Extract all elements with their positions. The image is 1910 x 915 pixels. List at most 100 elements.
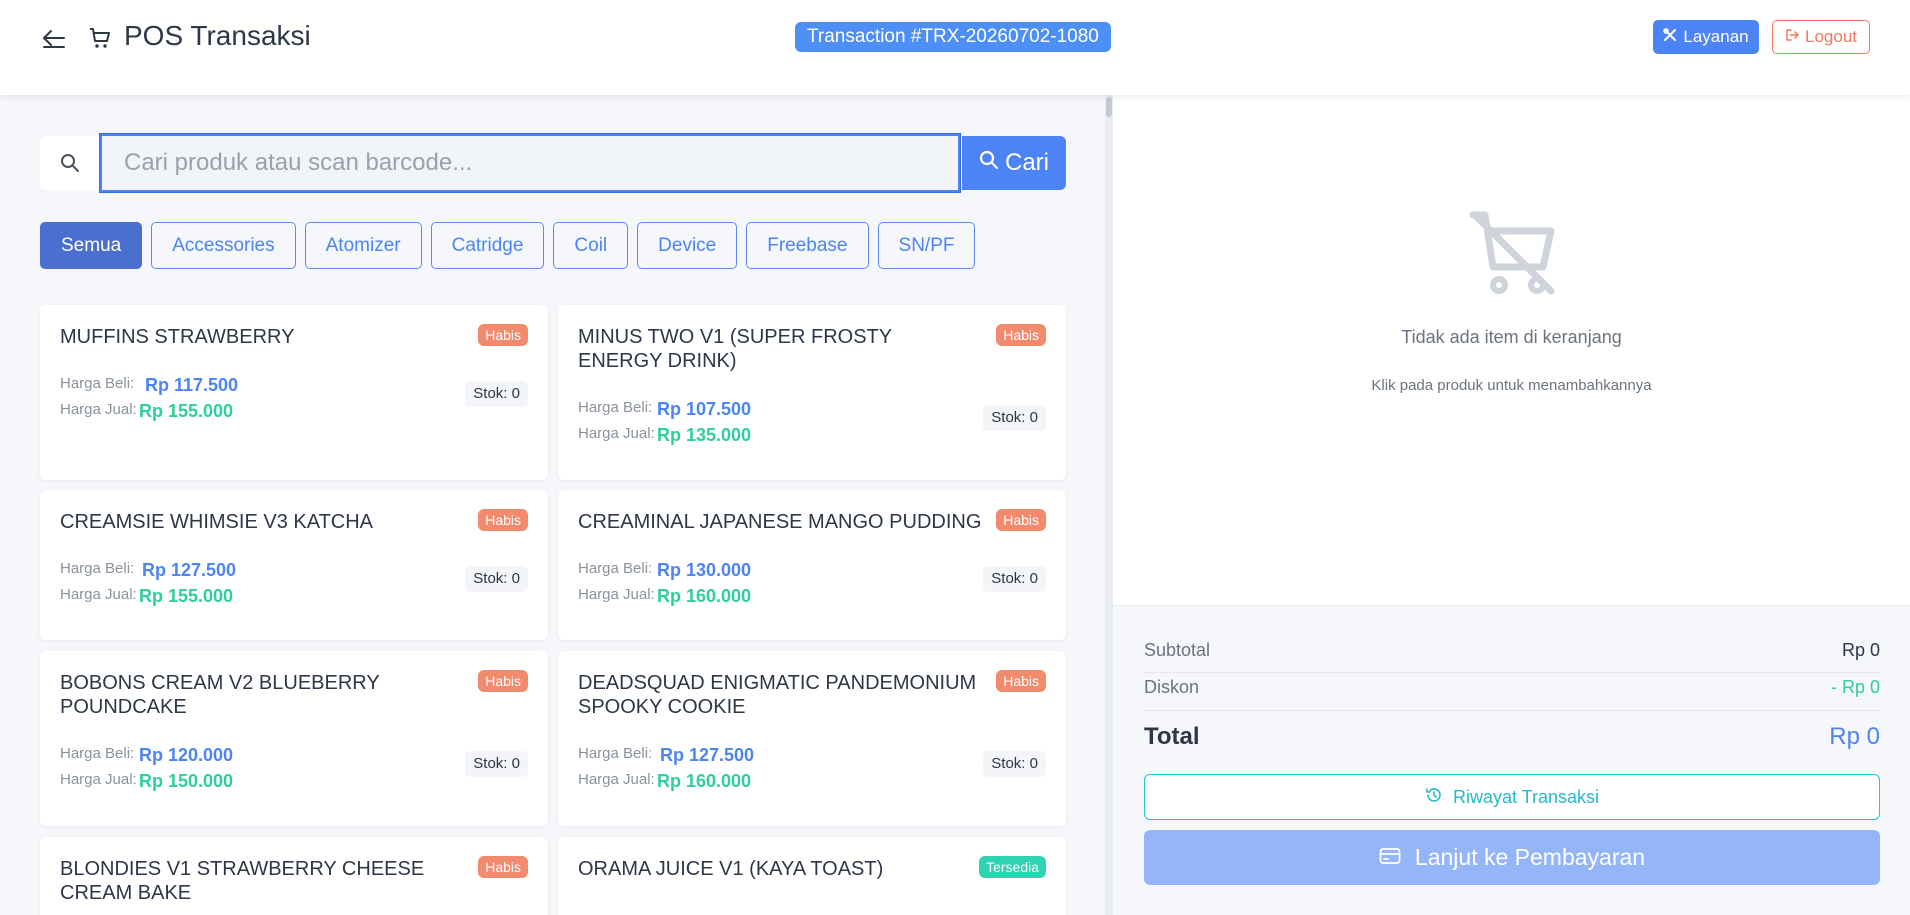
status-badge: Habis [478, 670, 528, 692]
logout-label: Logout [1805, 27, 1857, 46]
product-name: MINUS TWO V1 (SUPER FROSTY ENERGY DRINK) [578, 326, 892, 372]
total-value: Rp 0 [1829, 723, 1880, 750]
empty-cart-icon [1465, 205, 1561, 301]
status-badge: Habis [478, 509, 528, 531]
scrollbar-thumb[interactable] [1106, 97, 1112, 117]
category-accessories[interactable]: Accessories [151, 222, 296, 269]
payment-label: Lanjut ke Pembayaran [1414, 844, 1646, 870]
category-freebase[interactable]: Freebase [746, 222, 869, 269]
product-card[interactable]: MUFFINS STRAWBERRY Habis Harga Beli: Rp … [40, 305, 548, 480]
transaction-badge: Transaction #TRX-20260702-1080 [795, 22, 1111, 52]
product-name: CREAMINAL JAPANESE MANGO PUDDING [578, 511, 982, 533]
product-card[interactable]: CREAMSIE WHIMSIE V3 KATCHA Habis Harga B… [40, 490, 548, 640]
status-badge: Habis [996, 509, 1046, 531]
search-button-label: Cari [1004, 149, 1049, 176]
sell-price-label: Harga Jual: [60, 401, 137, 418]
tools-icon [1663, 27, 1677, 47]
stock-badge: Stok: 0 [465, 751, 528, 777]
product-name: ORAMA JUICE V1 (KAYA TOAST) [578, 858, 884, 880]
product-name: BLONDIES V1 STRAWBERRY CHEESE CREAM BAKE [60, 858, 425, 904]
buy-price-label: Harga Beli: [578, 560, 653, 577]
category-catridge[interactable]: Catridge [430, 222, 545, 269]
top-header: POS Transaksi Transaction #TRX-20260702-… [0, 0, 1910, 95]
stock-badge: Stok: 0 [983, 751, 1046, 777]
buy-price-label: Harga Beli: [60, 560, 135, 577]
history-label: Riwayat Transaksi [1452, 786, 1600, 807]
product-name: DEADSQUAD ENIGMATIC PANDEMONIUM SPOOKY C… [578, 672, 977, 718]
product-panel: Cari Semua Accessories Atomizer Catridge… [0, 95, 1105, 915]
status-badge: Habis [996, 324, 1046, 346]
stock-badge: Stok: 0 [465, 566, 528, 592]
buy-price: Rp 107.500 [657, 399, 752, 419]
search-button-icon [979, 149, 999, 177]
history-icon [1425, 786, 1443, 809]
product-name: BOBONS CREAM V2 BLUEBERRY POUNDCAKE [60, 672, 380, 718]
buy-price: Rp 120.000 [139, 745, 234, 765]
buy-price: Rp 117.500 [145, 375, 239, 395]
total-label: Total [1144, 723, 1200, 750]
proceed-payment-button[interactable]: Lanjut ke Pembayaran [1144, 830, 1880, 885]
category-atomizer[interactable]: Atomizer [304, 222, 422, 269]
buy-price: Rp 127.500 [142, 560, 237, 580]
category-filter: Semua Accessories Atomizer Catridge Coil… [40, 222, 976, 269]
stock-badge: Stok: 0 [465, 381, 528, 407]
buy-price: Rp 130.000 [657, 560, 752, 580]
category-device[interactable]: Device [637, 222, 738, 269]
product-name: MUFFINS STRAWBERRY [60, 326, 295, 348]
status-badge: Tersedia [979, 856, 1046, 878]
product-card[interactable]: BLONDIES V1 STRAWBERRY CHEESE CREAM BAKE… [40, 837, 548, 915]
buy-price: Rp 127.500 [660, 745, 755, 765]
divider [1144, 710, 1880, 711]
sell-price: Rp 160.000 [657, 586, 752, 606]
sell-price: Rp 160.000 [657, 771, 752, 791]
buy-price-label: Harga Beli: [578, 745, 653, 762]
category-coil[interactable]: Coil [553, 222, 629, 269]
product-card[interactable]: MINUS TWO V1 (SUPER FROSTY ENERGY DRINK)… [558, 305, 1066, 480]
search-input[interactable] [99, 133, 961, 193]
divider [1144, 672, 1880, 673]
stock-badge: Stok: 0 [983, 405, 1046, 431]
product-scrollbar[interactable] [1105, 95, 1113, 915]
buy-price-label: Harga Beli: [578, 399, 653, 416]
search-button[interactable]: Cari [962, 136, 1066, 190]
product-card[interactable]: BOBONS CREAM V2 BLUEBERRY POUNDCAKE Habi… [40, 651, 548, 826]
buy-price-label: Harga Beli: [60, 375, 135, 392]
category-sn-pf[interactable]: SN/PF [877, 222, 976, 269]
empty-cart-title: Tidak ada item di keranjang [1401, 327, 1622, 347]
buy-price-label: Harga Beli: [60, 745, 135, 762]
category-semua[interactable]: Semua [40, 222, 143, 269]
logout-icon [1785, 27, 1799, 47]
discount-label: Diskon [1144, 677, 1200, 697]
subtotal-label: Subtotal [1144, 640, 1211, 660]
layanan-label: Layanan [1683, 27, 1749, 46]
logout-button[interactable]: Logout [1772, 20, 1870, 54]
sell-price-label: Harga Jual: [578, 771, 655, 788]
subtotal-value: Rp 0 [1841, 640, 1880, 660]
back-arrow-icon[interactable] [40, 26, 68, 50]
status-badge: Habis [478, 324, 528, 346]
stock-badge: Stok: 0 [983, 566, 1046, 592]
sell-price: Rp 155.000 [139, 586, 234, 606]
transaction-history-button[interactable]: Riwayat Transaksi [1144, 774, 1880, 820]
empty-cart-subtitle: Klik pada produk untuk menambahkannya [1371, 377, 1652, 394]
layanan-button[interactable]: Layanan [1653, 20, 1759, 54]
product-card[interactable]: DEADSQUAD ENIGMATIC PANDEMONIUM SPOOKY C… [558, 651, 1066, 826]
cart-icon [88, 26, 112, 50]
sell-price: Rp 150.000 [139, 771, 234, 791]
product-card[interactable]: ORAMA JUICE V1 (KAYA TOAST) Tersedia [558, 837, 1066, 915]
cart-panel [1113, 95, 1910, 605]
sell-price: Rp 135.000 [657, 425, 752, 445]
sell-price: Rp 155.000 [139, 401, 234, 421]
sell-price-label: Harga Jual: [578, 586, 655, 603]
page-title: POS Transaksi [124, 20, 311, 51]
status-badge: Habis [996, 670, 1046, 692]
sell-price-label: Harga Jual: [60, 586, 137, 603]
discount-value: - Rp 0 [1830, 677, 1880, 697]
credit-card-icon [1379, 844, 1401, 871]
search-icon [40, 136, 100, 190]
sell-price-label: Harga Jual: [578, 425, 655, 442]
product-name: CREAMSIE WHIMSIE V3 KATCHA [60, 511, 374, 533]
product-card[interactable]: CREAMINAL JAPANESE MANGO PUDDING Habis H… [558, 490, 1066, 640]
status-badge: Habis [478, 856, 528, 878]
sell-price-label: Harga Jual: [60, 771, 137, 788]
